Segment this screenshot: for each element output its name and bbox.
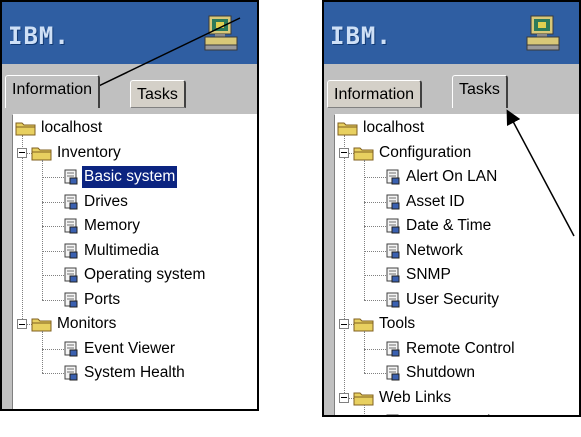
collapse-toggle[interactable] <box>17 147 27 158</box>
tree-leaf[interactable]: Ports <box>63 289 122 311</box>
tree-node-label: SNMP <box>406 266 451 283</box>
tree-leaf[interactable]: Memory <box>63 215 142 237</box>
tree-leaf[interactable]: System Updates <box>385 411 522 415</box>
tree-leaf[interactable]: Basic system <box>63 166 178 188</box>
computer-icon <box>204 15 238 51</box>
right-console-panel: IBM. Information Tasks localhost Configur… <box>322 0 581 417</box>
folder-icon <box>31 147 52 160</box>
tree-node-label: localhost <box>363 119 425 136</box>
tree-leaf[interactable]: SNMP <box>385 264 453 286</box>
tree-group[interactable]: Monitors <box>31 313 118 335</box>
tree-node-label: Asset ID <box>406 192 465 210</box>
tree-node-label: Web Links <box>379 388 452 406</box>
document-icon <box>386 365 400 381</box>
tree-leaf[interactable]: Asset ID <box>385 191 467 213</box>
tree-leaf[interactable]: User Security <box>385 289 501 311</box>
left-console-panel: IBM. Information Tasks localhost Inventor… <box>0 0 259 411</box>
tree-leaf[interactable]: Remote Control <box>385 338 517 360</box>
tree-node-label: Tools <box>379 315 416 332</box>
tree-leaf[interactable]: System Health <box>63 362 187 384</box>
document-icon <box>64 365 78 381</box>
tree-view: localhost Inventory Basic system Drives Memo… <box>12 114 257 409</box>
tree-node-label: System Health <box>84 364 185 381</box>
tree-node-label: User Security <box>406 290 500 308</box>
tree-node-label: Memory <box>84 217 140 234</box>
tree-node-label: Event Viewer <box>84 339 176 357</box>
tree-leaf[interactable]: Shutdown <box>385 362 477 384</box>
tab-strip: Information Tasks <box>2 64 257 116</box>
tree-root[interactable]: localhost <box>15 117 104 139</box>
tree-group[interactable]: Tools <box>353 313 417 335</box>
document-icon <box>64 243 78 258</box>
collapse-toggle[interactable] <box>339 147 349 158</box>
tree-leaf[interactable]: Event Viewer <box>63 338 177 360</box>
tab-information-label: Information <box>334 86 415 103</box>
tree-group[interactable]: Inventory <box>31 142 123 164</box>
folder-icon <box>353 318 374 332</box>
tab-tasks[interactable]: Tasks <box>130 80 186 108</box>
navigation-tree: localhost Configuration Alert On LAN Asset … <box>335 115 579 415</box>
tree-node-label: System Updates <box>404 411 522 415</box>
tree-leaf[interactable]: Multimedia <box>63 240 161 262</box>
tree-node-label: Alert On LAN <box>406 168 498 185</box>
computer-icon <box>526 15 560 51</box>
ibm-logo: IBM. <box>8 22 70 50</box>
tab-information[interactable]: Information <box>327 80 423 108</box>
tree-node-label: Operating system <box>84 266 206 283</box>
tree-leaf[interactable]: Drives <box>63 191 130 213</box>
tree-node-label: Multimedia <box>84 241 159 259</box>
document-icon <box>386 414 399 415</box>
document-icon <box>386 194 400 209</box>
document-icon <box>64 267 78 283</box>
ibm-logo: IBM. <box>330 22 392 50</box>
collapse-toggle[interactable] <box>339 392 349 403</box>
document-icon <box>64 341 78 356</box>
tab-information[interactable]: Information <box>5 75 101 108</box>
tree-leaf[interactable]: Network <box>385 240 465 262</box>
tab-information-label: Information <box>12 81 93 98</box>
tab-tasks-label: Tasks <box>137 86 178 103</box>
folder-icon <box>353 147 374 160</box>
tree-node-label: localhost <box>41 119 103 136</box>
document-icon <box>386 169 400 185</box>
folder-icon <box>15 122 36 136</box>
tree-leaf[interactable]: Alert On LAN <box>385 166 499 188</box>
tree-node-label: Configuration <box>379 143 472 161</box>
tree-node-label: Inventory <box>57 143 121 161</box>
tree-view: localhost Configuration Alert On LAN Asset … <box>334 114 579 415</box>
tree-leaf[interactable]: Date & Time <box>385 215 493 237</box>
document-icon <box>64 194 78 209</box>
navigation-tree: localhost Inventory Basic system Drives Memo… <box>13 115 257 409</box>
tree-node-label: Date & Time <box>406 217 492 234</box>
tree-node-label: Network <box>406 241 463 259</box>
document-icon <box>386 243 400 258</box>
tree-node-label: Shutdown <box>406 364 475 381</box>
tree-node-label: Monitors <box>57 315 117 332</box>
document-icon <box>64 218 78 234</box>
document-icon <box>386 267 400 283</box>
collapse-toggle[interactable] <box>17 319 27 329</box>
document-icon <box>64 292 78 307</box>
document-icon <box>386 218 400 234</box>
ibm-banner: IBM. <box>2 2 257 64</box>
tab-tasks[interactable]: Tasks <box>452 75 508 108</box>
tree-node-label: Basic system <box>82 166 178 188</box>
tree-node-label: Remote Control <box>406 339 515 357</box>
collapse-toggle[interactable] <box>339 319 349 329</box>
document-icon <box>64 169 78 185</box>
tree-group[interactable]: Configuration <box>353 142 473 164</box>
folder-icon <box>337 122 358 136</box>
folder-icon <box>353 392 374 405</box>
tree-root[interactable]: localhost <box>337 117 426 139</box>
tab-strip: Information Tasks <box>324 64 579 116</box>
tree-node-label: Ports <box>84 290 121 308</box>
folder-icon <box>31 318 52 332</box>
tree-group[interactable]: Web Links <box>353 387 453 409</box>
tree-node-label: Drives <box>84 192 128 210</box>
document-icon <box>386 292 400 307</box>
document-icon <box>386 341 400 356</box>
tree-leaf[interactable]: Operating system <box>63 264 207 286</box>
tab-tasks-label: Tasks <box>459 81 500 98</box>
ibm-banner: IBM. <box>324 2 579 64</box>
